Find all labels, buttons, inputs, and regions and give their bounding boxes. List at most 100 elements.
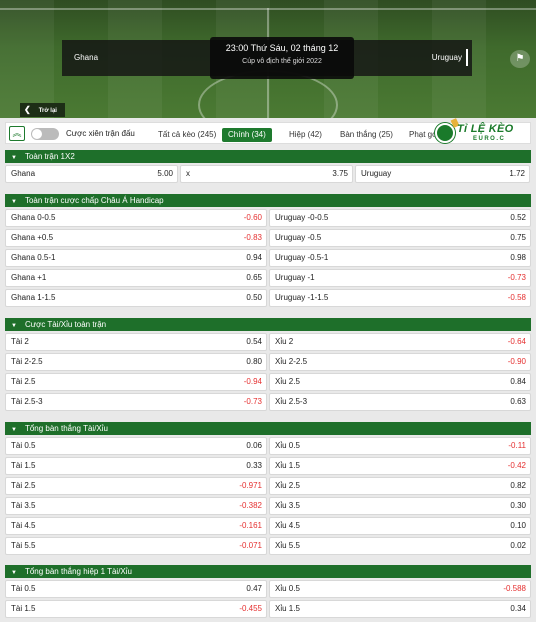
odds-value: -0.83 bbox=[243, 233, 262, 242]
tab-half[interactable]: Hiệp (42) bbox=[283, 128, 328, 142]
section-header[interactable]: ▼ Toàn trận 1X2 bbox=[5, 150, 531, 163]
away-team: Uruguay bbox=[431, 49, 469, 66]
market-section: ▼ Cược Tài/Xỉu toàn trận Tài 2 0.54 Xỉu 2 -0.… bbox=[5, 318, 531, 415]
odds-cell[interactable]: Ghana 0-0.5 -0.60 bbox=[5, 209, 267, 227]
odds-value: 0.47 bbox=[246, 584, 262, 593]
odds-value: -0.64 bbox=[507, 337, 526, 346]
odds-cell[interactable]: Tài 1.5 0.33 bbox=[5, 457, 267, 475]
odds-cell[interactable]: Uruguay -1 -0.73 bbox=[269, 269, 531, 287]
selection-label: Uruguay -0.5-1 bbox=[275, 253, 329, 262]
selection-label: Tài 4.5 bbox=[11, 521, 36, 530]
caret-down-icon: ▼ bbox=[11, 570, 17, 576]
market-section: ▼ Tổng bàn thắng hiệp 1 Tài/Xỉu Tài 0.5 0.4… bbox=[5, 565, 531, 622]
odds-value: 0.02 bbox=[510, 541, 526, 550]
odds-value: 0.75 bbox=[510, 233, 526, 242]
odds-cell[interactable]: Xỉu 0.5 -0.588 bbox=[269, 580, 531, 598]
section-header[interactable]: ▼ Tổng bàn thắng hiệp 1 Tài/Xỉu bbox=[5, 565, 531, 578]
selection-label: Xỉu 4.5 bbox=[275, 521, 300, 530]
selection-label: Tài 2-2.5 bbox=[11, 357, 43, 366]
odds-cell[interactable]: Ghana +0.5 -0.83 bbox=[5, 229, 267, 247]
section-title: Tổng bàn thắng hiệp 1 Tài/Xỉu bbox=[24, 567, 132, 576]
selection-label: Xỉu 2.5-3 bbox=[275, 397, 308, 406]
odds-value: -0.73 bbox=[507, 273, 526, 282]
odds-cell[interactable]: Xỉu 3.5 0.30 bbox=[269, 497, 531, 515]
odds-cell[interactable]: Xỉu 2.5 0.84 bbox=[269, 373, 531, 391]
selection-label: Tài 3.5 bbox=[11, 501, 36, 510]
soccer-ball-icon bbox=[435, 123, 455, 143]
odds-cell[interactable]: Tài 2-2.5 0.80 bbox=[5, 353, 267, 371]
odds-cell[interactable]: Tài 4.5 -0.161 bbox=[5, 517, 267, 535]
odds-cell[interactable]: Xỉu 0.5 -0.11 bbox=[269, 437, 531, 455]
odds-cell[interactable]: Ghana 0.5-1 0.94 bbox=[5, 249, 267, 267]
selection-label: Uruguay bbox=[361, 169, 392, 178]
odds-cell[interactable]: Ghana 1-1.5 0.50 bbox=[5, 289, 267, 307]
section-header[interactable]: ▼ Cược Tài/Xỉu toàn trận bbox=[5, 318, 531, 331]
odds-cell[interactable]: Uruguay -0.5-1 0.98 bbox=[269, 249, 531, 267]
odds-cell[interactable]: Xỉu 4.5 0.10 bbox=[269, 517, 531, 535]
section-header[interactable]: ▼ Toàn trận cược chấp Châu Á Handicap bbox=[5, 194, 531, 207]
parlay-label: Cược xiên trận đấu bbox=[66, 129, 135, 138]
back-button[interactable]: ❮ Trở lại bbox=[20, 103, 65, 117]
back-label: Trở lại bbox=[38, 108, 57, 114]
odds-cell[interactable]: Xỉu 5.5 0.02 bbox=[269, 537, 531, 555]
odds-cell[interactable]: Xỉu 1.5 -0.42 bbox=[269, 457, 531, 475]
odds-value: 0.98 bbox=[510, 253, 526, 262]
odds-cell[interactable]: Xỉu 2 -0.64 bbox=[269, 333, 531, 351]
odds-cell[interactable]: Uruguay -0.5 0.75 bbox=[269, 229, 531, 247]
odds-row: Tài 2-2.5 0.80 Xỉu 2-2.5 -0.90 bbox=[5, 353, 531, 371]
odds-cell[interactable]: x 3.75 bbox=[180, 165, 353, 183]
odds-cell[interactable]: Tài 0.5 0.47 bbox=[5, 580, 267, 598]
selection-label: Tài 2.5 bbox=[11, 481, 36, 490]
odds-cell[interactable]: Tài 1.5 -0.455 bbox=[5, 600, 267, 618]
odds-cell[interactable]: Tài 2 0.54 bbox=[5, 333, 267, 351]
selection-label: Ghana 0-0.5 bbox=[11, 213, 56, 222]
match-competition: Cúp vô địch thế giới 2022 bbox=[242, 58, 322, 65]
section-body: Tài 0.5 0.47 Xỉu 0.5 -0.588 Tài 1.5 -0.455 Xỉu… bbox=[5, 578, 531, 622]
odds-row: Tài 0.5 0.47 Xỉu 0.5 -0.588 bbox=[5, 580, 531, 598]
selection-label: Tài 1.5 bbox=[11, 604, 36, 613]
market-toolbar: ︽ Cược xiên trận đấu Tất cả kèo (245) Ch… bbox=[5, 118, 531, 144]
odds-cell[interactable]: Xỉu 2-2.5 -0.90 bbox=[269, 353, 531, 371]
selection-label: Xỉu 2.5 bbox=[275, 377, 300, 386]
market-section: ▼ Toàn trận cược chấp Châu Á Handicap Ghan… bbox=[5, 194, 531, 311]
selection-label: Xỉu 0.5 bbox=[275, 584, 300, 593]
odds-cell[interactable]: Xỉu 2.5-3 0.63 bbox=[269, 393, 531, 411]
match-info: 23:00 Thứ Sáu, 02 tháng 12 Cúp vô địch t… bbox=[210, 37, 354, 79]
odds-cell[interactable]: Uruguay 1.72 bbox=[355, 165, 530, 183]
tab-main[interactable]: Chính (34) bbox=[222, 128, 272, 142]
pin-icon[interactable]: ⚑ bbox=[510, 50, 530, 68]
odds-row: Tài 2.5-3 -0.73 Xỉu 2.5-3 0.63 bbox=[5, 393, 531, 411]
logo-sub: EURO.C bbox=[473, 136, 506, 142]
odds-row: Tài 1.5 0.33 Xỉu 1.5 -0.42 bbox=[5, 457, 531, 475]
selection-label: Ghana +0.5 bbox=[11, 233, 54, 242]
odds-cell[interactable]: Uruguay -0-0.5 0.52 bbox=[269, 209, 531, 227]
odds-value: 1.72 bbox=[509, 169, 525, 178]
odds-cell[interactable]: Xỉu 1.5 0.34 bbox=[269, 600, 531, 618]
selection-label: Uruguay -0-0.5 bbox=[275, 213, 329, 222]
section-header[interactable]: ▼ Tổng bàn thắng Tài/Xỉu bbox=[5, 422, 531, 435]
selection-label: Ghana 0.5-1 bbox=[11, 253, 56, 262]
tab-goals[interactable]: Bàn thắng (25) bbox=[334, 128, 399, 142]
odds-row: Ghana 0.5-1 0.94 Uruguay -0.5-1 0.98 bbox=[5, 249, 531, 267]
collapse-all-icon[interactable]: ︽ bbox=[9, 126, 25, 141]
selection-label: Xỉu 0.5 bbox=[275, 441, 300, 450]
odds-cell[interactable]: Ghana 5.00 bbox=[5, 165, 178, 183]
selection-label: Xỉu 1.5 bbox=[275, 461, 300, 470]
odds-cell[interactable]: Tài 2.5 -0.971 bbox=[5, 477, 267, 495]
odds-cell[interactable]: Tài 2.5 -0.94 bbox=[5, 373, 267, 391]
odds-cell[interactable]: Tài 2.5-3 -0.73 bbox=[5, 393, 267, 411]
odds-cell[interactable]: Tài 3.5 -0.382 bbox=[5, 497, 267, 515]
odds-value: -0.382 bbox=[239, 501, 262, 510]
odds-value: -0.58 bbox=[507, 293, 526, 302]
odds-value: 0.65 bbox=[246, 273, 262, 282]
odds-cell[interactable]: Tài 5.5 -0.071 bbox=[5, 537, 267, 555]
odds-cell[interactable]: Ghana +1 0.65 bbox=[5, 269, 267, 287]
tab-all[interactable]: Tất cả kèo (245) bbox=[152, 128, 222, 142]
odds-value: 0.54 bbox=[246, 337, 262, 346]
odds-cell[interactable]: Xỉu 2.5 0.82 bbox=[269, 477, 531, 495]
odds-row: Tài 5.5 -0.071 Xỉu 5.5 0.02 bbox=[5, 537, 531, 555]
odds-cell[interactable]: Uruguay -1-1.5 -0.58 bbox=[269, 289, 531, 307]
odds-value: 3.75 bbox=[332, 169, 348, 178]
odds-cell[interactable]: Tài 0.5 0.06 bbox=[5, 437, 267, 455]
parlay-toggle[interactable] bbox=[31, 128, 59, 140]
